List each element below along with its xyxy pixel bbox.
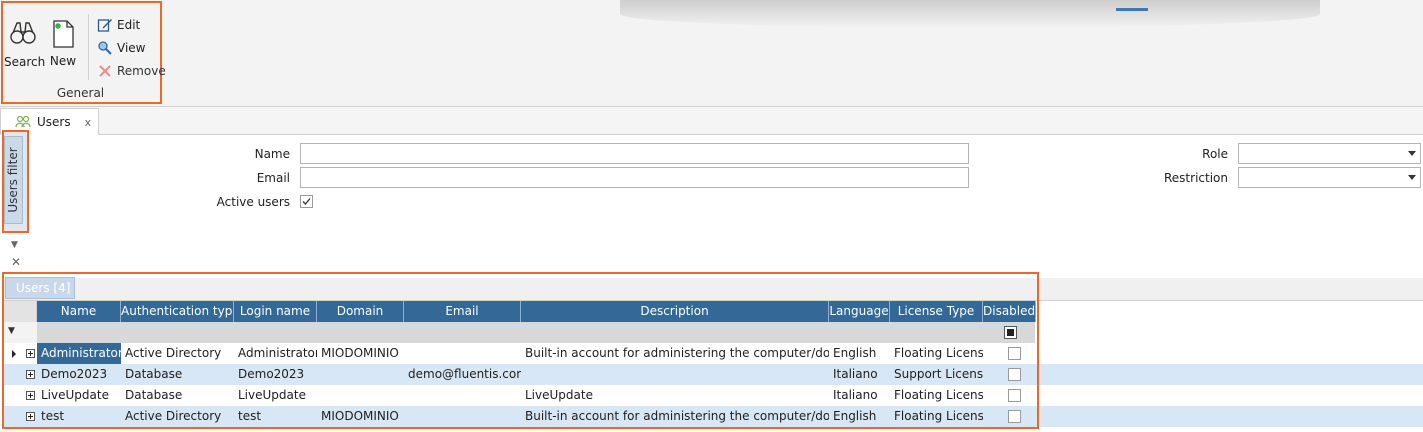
remove-button-label: Remove xyxy=(117,64,166,78)
search-button[interactable]: Search xyxy=(4,20,46,69)
new-button[interactable]: New xyxy=(44,20,82,68)
name-input[interactable] xyxy=(300,143,969,164)
chevron-down-icon xyxy=(1408,151,1416,156)
name-label: Name xyxy=(254,147,290,161)
search-button-label: Search xyxy=(4,55,46,69)
restriction-label: Restriction xyxy=(1164,171,1228,185)
users-grid-highlight xyxy=(2,272,1039,429)
email-label: Email xyxy=(256,171,290,185)
users-filter-label: Users filter xyxy=(6,147,20,213)
chevron-down-icon xyxy=(1408,175,1416,180)
edit-icon xyxy=(97,19,112,32)
tab-users-label: Users xyxy=(37,115,71,129)
role-select[interactable] xyxy=(1238,143,1421,164)
binoculars-icon xyxy=(10,22,36,44)
active-users-label: Active users xyxy=(216,195,290,209)
new-button-label: New xyxy=(49,54,77,68)
email-input[interactable] xyxy=(300,167,969,188)
remove-icon xyxy=(99,65,111,77)
active-users-checkbox[interactable] xyxy=(300,195,313,208)
general-group-label: General xyxy=(56,86,105,100)
remove-button[interactable]: Remove xyxy=(97,61,166,81)
ribbon-separator xyxy=(88,14,89,80)
restriction-select[interactable] xyxy=(1238,167,1421,188)
view-button[interactable]: View xyxy=(97,38,145,58)
users-icon xyxy=(15,116,31,128)
edit-button[interactable]: Edit xyxy=(97,15,140,35)
role-label: Role xyxy=(1202,147,1228,161)
ribbon-tab-indicator xyxy=(1116,8,1148,11)
view-button-label: View xyxy=(117,41,146,55)
magnifier-icon xyxy=(98,41,112,55)
tab-close-icon[interactable]: x xyxy=(85,116,92,129)
ribbon-shade xyxy=(620,0,1320,28)
new-document-icon xyxy=(53,20,74,48)
edit-button-label: Edit xyxy=(117,18,141,32)
close-icon[interactable]: ✕ xyxy=(11,255,21,269)
chevron-down-icon[interactable]: ▼ xyxy=(11,240,18,250)
document-tabbar xyxy=(0,107,1423,135)
checkmark-icon xyxy=(302,198,311,205)
